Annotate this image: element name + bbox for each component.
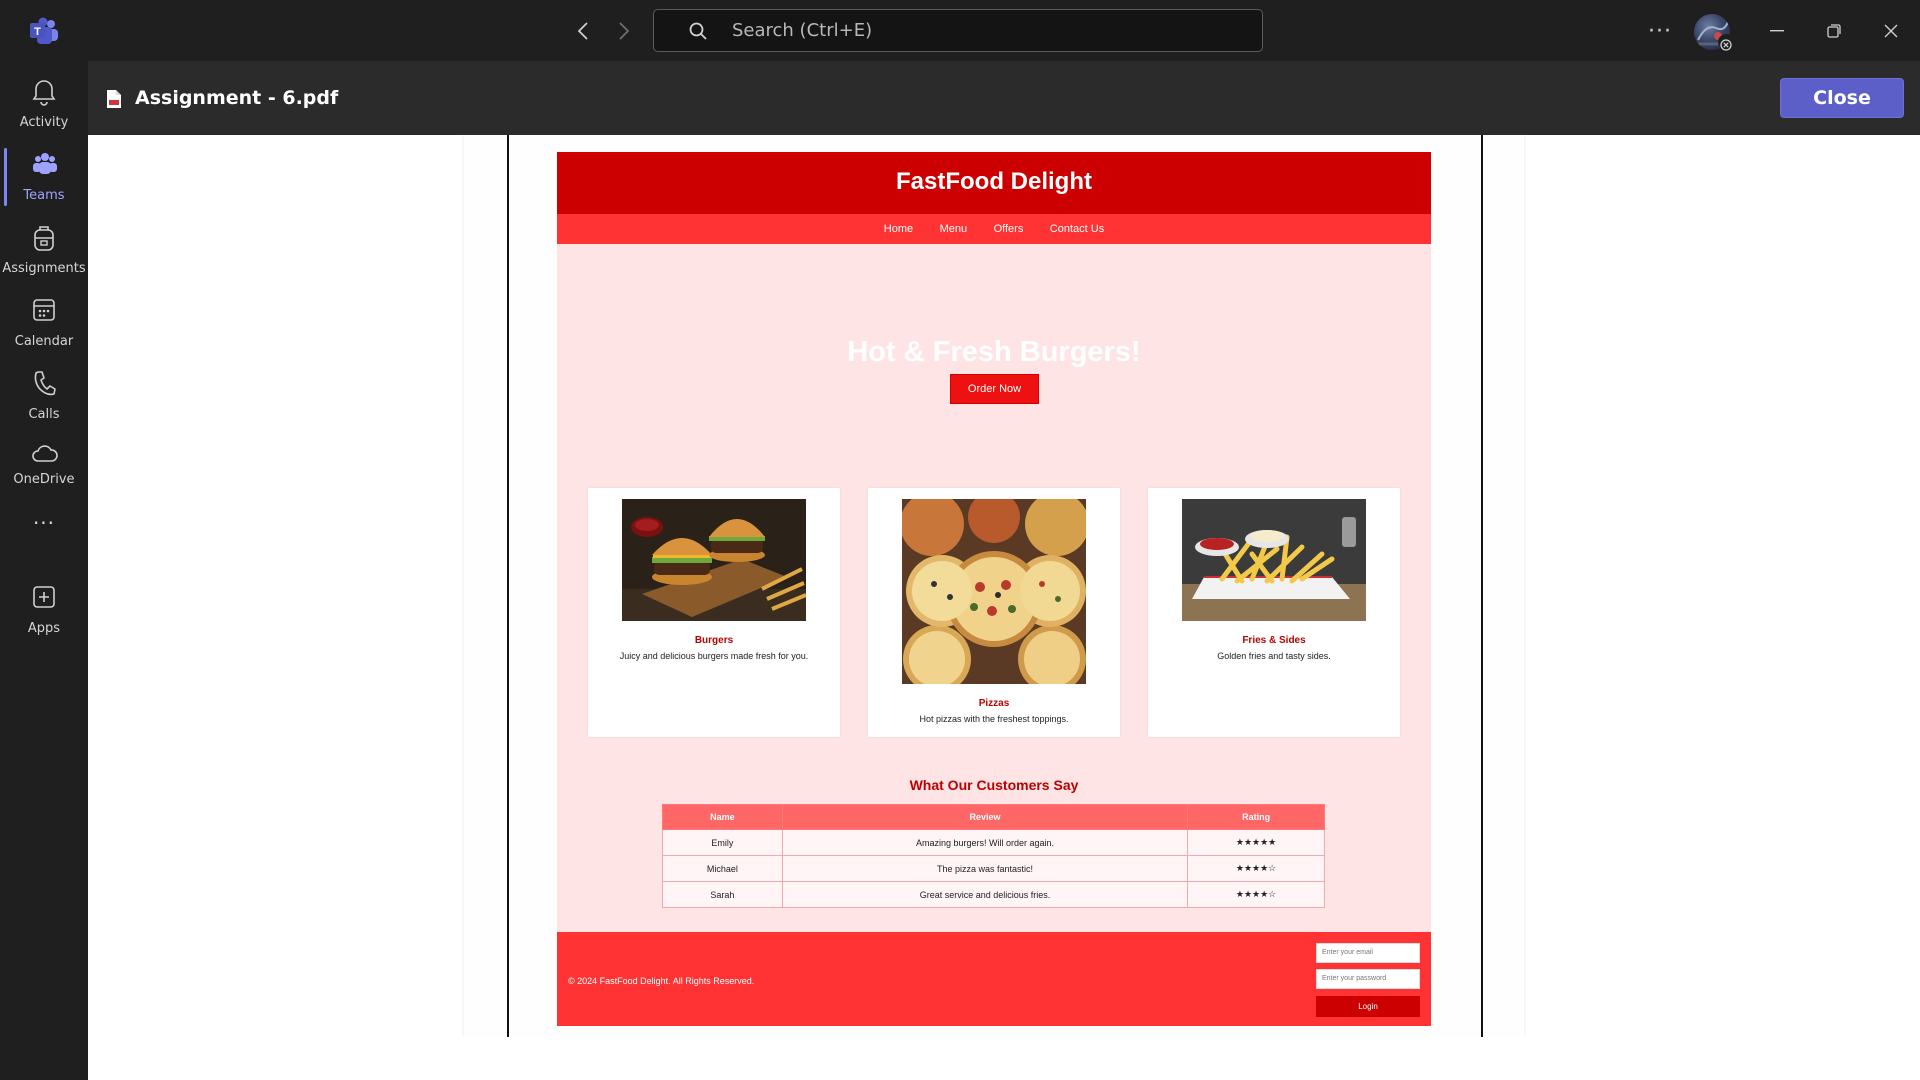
menu-card-pizzas: Pizzas Hot pizzas with the freshest topp… xyxy=(868,488,1120,737)
bell-icon xyxy=(32,80,56,106)
table-cell: Great service and delicious fries. xyxy=(781,881,1189,908)
website-screenshot: FastFood Delight Home Menu Offers Contac… xyxy=(557,152,1431,1026)
forward-arrow-icon[interactable] xyxy=(611,18,637,44)
close-window-icon[interactable] xyxy=(1873,14,1909,48)
search-placeholder: Search (Ctrl+E) xyxy=(732,20,873,41)
burgers-image xyxy=(622,499,806,621)
close-button[interactable]: Close xyxy=(1780,78,1904,118)
table-cell: Amazing burgers! Will order again. xyxy=(781,829,1189,856)
menu-card-burgers: Burgers Juicy and delicious burgers made… xyxy=(588,488,840,737)
rail-label: Calls xyxy=(28,407,60,422)
email-field[interactable]: Enter your email xyxy=(1316,943,1420,963)
table-header: Name xyxy=(662,804,783,830)
rail-item-onedrive[interactable]: OneDrive xyxy=(0,432,88,500)
restore-icon[interactable] xyxy=(1816,14,1852,48)
rail-item-teams[interactable]: Teams xyxy=(0,142,88,210)
app-rail: Activity Teams Assignments Calendar Call… xyxy=(0,61,88,1080)
rating-stars: ★★★★☆ xyxy=(1187,855,1325,882)
card-description: Hot pizzas with the freshest toppings. xyxy=(919,714,1069,724)
nav-link-menu[interactable]: Menu xyxy=(940,214,968,244)
nav-link-offers[interactable]: Offers xyxy=(994,214,1024,244)
viewer-bottom-area xyxy=(88,1037,1920,1080)
pizzas-image xyxy=(902,499,1086,684)
hero-title: Hot & Fresh Burgers! xyxy=(847,336,1141,368)
table-cell: Michael xyxy=(662,855,783,882)
card-description: Juicy and delicious burgers made fresh f… xyxy=(619,651,809,661)
fries-image xyxy=(1182,499,1366,621)
login-button[interactable]: Login xyxy=(1316,996,1420,1017)
rail-item-apps[interactable]: Apps xyxy=(0,575,88,643)
site-nav: Home Menu Offers Contact Us xyxy=(557,214,1431,244)
minimize-icon[interactable] xyxy=(1759,14,1795,48)
table-header: Review xyxy=(781,804,1189,830)
add-app-icon xyxy=(33,586,55,608)
rail-item-calendar[interactable]: Calendar xyxy=(0,288,88,356)
table-header: Rating xyxy=(1187,804,1325,830)
search-icon xyxy=(688,21,708,41)
back-arrow-icon[interactable] xyxy=(570,18,596,44)
site-title: FastFood Delight xyxy=(896,168,1092,195)
reviews-title: What Our Customers Say xyxy=(909,777,1079,793)
table-row: Sarah Great service and delicious fries.… xyxy=(662,881,1325,908)
pdf-viewer[interactable]: FastFood Delight Home Menu Offers Contac… xyxy=(88,135,1920,1037)
rail-item-calls[interactable]: Calls xyxy=(0,361,88,429)
presence-status-icon xyxy=(1718,34,1734,51)
rail-item-activity[interactable]: Activity xyxy=(0,69,88,137)
rail-label: Assignments xyxy=(2,261,86,276)
teams-icon xyxy=(33,153,57,174)
rail-label: OneDrive xyxy=(13,472,75,487)
rail-label: Calendar xyxy=(14,334,74,349)
page-border-right xyxy=(1481,135,1483,1037)
password-field[interactable]: Enter your password xyxy=(1316,969,1420,989)
backpack-icon xyxy=(34,226,54,251)
more-apps-icon: ··· xyxy=(32,511,56,535)
document-title: Assignment - 6.pdf xyxy=(135,87,339,109)
table-cell: Sarah xyxy=(662,881,783,908)
rail-label: Apps xyxy=(27,621,61,636)
rail-item-more[interactable]: ··· xyxy=(0,507,88,547)
svg-text:T: T xyxy=(34,26,41,38)
table-row: Emily Amazing burgers! Will order again.… xyxy=(662,829,1325,856)
nav-link-contact[interactable]: Contact Us xyxy=(1050,214,1104,244)
title-bar: T Search (Ctrl+E) ··· xyxy=(0,0,1920,61)
site-header: FastFood Delight xyxy=(557,152,1431,214)
cloud-icon xyxy=(32,445,58,462)
phone-icon xyxy=(34,371,56,396)
rail-item-assignments[interactable]: Assignments xyxy=(0,215,88,283)
rating-stars: ★★★★☆ xyxy=(1187,881,1325,908)
rail-label: Activity xyxy=(19,115,69,130)
nav-link-home[interactable]: Home xyxy=(884,214,913,244)
table-cell: The pizza was fantastic! xyxy=(781,855,1189,882)
menu-card-fries: Fries & Sides Golden fries and tasty sid… xyxy=(1148,488,1400,737)
site-footer: © 2024 FastFood Delight. All Rights Rese… xyxy=(557,932,1431,1026)
card-title: Burgers xyxy=(694,635,734,646)
teams-logo-icon[interactable]: T xyxy=(29,17,59,45)
more-options-icon[interactable]: ··· xyxy=(1645,18,1675,44)
calendar-icon xyxy=(33,299,55,321)
pdf-file-icon xyxy=(106,89,122,109)
copyright-text: © 2024 FastFood Delight. All Rights Rese… xyxy=(568,976,755,986)
page-border-left xyxy=(507,135,509,1037)
search-input[interactable]: Search (Ctrl+E) xyxy=(653,9,1263,52)
rail-label: Teams xyxy=(23,188,65,203)
reviews-table: Name Review Rating Emily Amazing burgers… xyxy=(662,804,1325,908)
order-now-button[interactable]: Order Now xyxy=(950,374,1039,404)
table-row: Michael The pizza was fantastic! ★★★★☆ xyxy=(662,855,1325,882)
table-header-row: Name Review Rating xyxy=(662,804,1325,830)
card-title: Pizzas xyxy=(978,698,1010,709)
card-description: Golden fries and tasty sides. xyxy=(1217,651,1331,661)
document-header: Assignment - 6.pdf Close xyxy=(88,61,1920,135)
rating-stars: ★★★★★ xyxy=(1187,829,1325,856)
table-cell: Emily xyxy=(662,829,783,856)
card-title: Fries & Sides xyxy=(1242,635,1306,646)
